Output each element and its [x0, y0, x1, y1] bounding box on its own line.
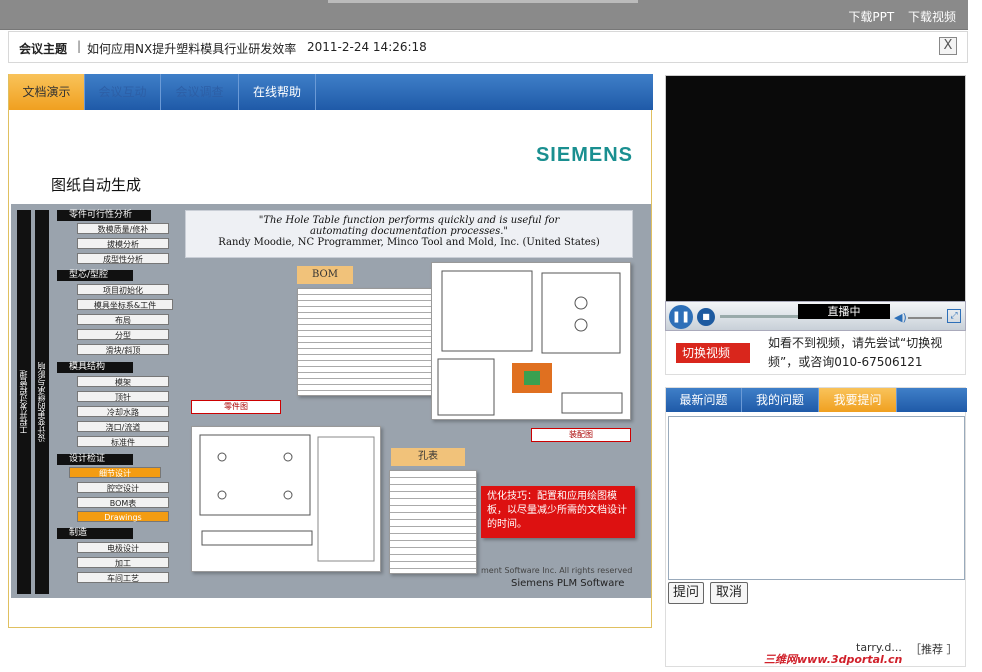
- quote-author: Randy Moodie, NC Programmer, Minco Tool …: [218, 237, 600, 248]
- flow-item: 模架: [77, 376, 169, 387]
- tab-my-questions[interactable]: 我的问题: [742, 388, 819, 412]
- flow-item: 电极设计: [77, 542, 169, 553]
- tab-ask-question[interactable]: 我要提问: [819, 388, 897, 412]
- assembly-drawing-tag: 装配图: [531, 428, 631, 442]
- tab-interaction[interactable]: 会议互动: [85, 74, 161, 110]
- meeting-topic: 如何应用NX提升塑料模具行业研发效率: [87, 42, 297, 56]
- meeting-topic-label: 会议主题: [19, 42, 68, 56]
- copyright-text: ment Software Inc. All rights reserved: [481, 566, 633, 575]
- flow-item: 浇口/流道: [77, 421, 169, 432]
- part-sketch-icon: [199, 434, 375, 562]
- flow-item-highlighted: Drawings: [77, 511, 169, 522]
- hole-table-drawing: [389, 470, 477, 574]
- bom-callout: BOM: [297, 266, 353, 284]
- flow-item: 加工: [77, 557, 169, 568]
- qa-panel: 最新问题 我的问题 我要提问 提问 取消 tarry.d... ［推荐 ］: [665, 387, 967, 667]
- document-panel: 文档演示 会议互动 会议调查 在线帮助 SIEMENS 图纸自动生成 工程开发过…: [8, 74, 653, 628]
- part-drawing-tag: 零件图: [191, 400, 281, 414]
- fullscreen-icon[interactable]: ⤢: [947, 309, 961, 323]
- quote-line: "The Hole Table function performs quickl…: [258, 215, 560, 226]
- flow-group: 制造: [57, 528, 133, 539]
- download-video-link[interactable]: 下载视频: [908, 10, 956, 24]
- switch-video-button[interactable]: 切换视频: [676, 343, 750, 363]
- top-bar: 下载PPT 下载视频: [0, 0, 968, 30]
- flow-group: 模具结构: [57, 362, 133, 373]
- flow-item: BOM表: [77, 497, 169, 508]
- pause-icon[interactable]: ❚❚: [669, 305, 693, 329]
- top-divider: [328, 0, 638, 3]
- main-tabs: 文档演示 会议互动 会议调查 在线帮助: [9, 74, 653, 110]
- video-area[interactable]: [665, 75, 966, 331]
- recommend-link[interactable]: ［推荐 ］: [910, 641, 958, 657]
- assembly-sketch-icon: [437, 270, 623, 416]
- vertical-label-change: 设计变更的继承与影响: [35, 210, 49, 594]
- flow-group: 型芯/型腔: [57, 270, 133, 281]
- flow-item: 成型性分析: [77, 253, 169, 264]
- qa-tabs: 最新问题 我的问题 我要提问: [666, 388, 967, 412]
- tab-help[interactable]: 在线帮助: [239, 74, 316, 110]
- flow-item: 滑块/斜顶: [77, 344, 169, 355]
- bom-table-drawing: [297, 288, 433, 396]
- slide-title: 图纸自动生成: [51, 176, 142, 194]
- tab-survey[interactable]: 会议调查: [161, 74, 239, 110]
- meeting-time: 2011-2-24 14:26:18: [307, 40, 427, 54]
- tab-document[interactable]: 文档演示: [9, 74, 85, 110]
- volume-slider[interactable]: [908, 317, 942, 319]
- flow-item: 冷却水路: [77, 406, 169, 417]
- download-ppt-link[interactable]: 下载PPT: [848, 10, 894, 24]
- quote-line: automating documentation processes.": [309, 226, 509, 237]
- flow-item: 布局: [77, 314, 169, 325]
- meeting-info-bar: 会议主题 | 如何应用NX提升塑料模具行业研发效率 2011-2-24 14:2…: [8, 31, 968, 63]
- tab-latest-questions[interactable]: 最新问题: [666, 388, 742, 412]
- flow-item: 顶针: [77, 391, 169, 402]
- siemens-logo: SIEMENS: [535, 144, 633, 166]
- assembly-drawing: [431, 262, 631, 420]
- flow-item: 腔空设计: [77, 482, 169, 493]
- part-drawing: [191, 426, 381, 572]
- flow-item: 项目初始化: [77, 284, 169, 295]
- vertical-label-process: 工程开发过程管理: [17, 210, 31, 594]
- flow-item: 分型: [77, 329, 169, 340]
- flow-item: 车间工艺: [77, 572, 169, 583]
- video-help-text: 如看不到视频，请先尝试“切换视频”，或咨询010-67506121: [768, 336, 943, 369]
- optimization-tip: 优化技巧：配置和应用绘图模板，以尽量减少所需的文档设计的时间。: [481, 486, 635, 538]
- customer-quote: "The Hole Table function performs quickl…: [185, 210, 633, 258]
- watermark: 三维网www.3dportal.cn: [764, 653, 903, 666]
- flow-item-highlighted: 细节设计: [69, 467, 161, 478]
- flow-item: 标准件: [77, 436, 169, 447]
- slide-footer: Siemens PLM Software: [511, 578, 625, 589]
- hole-table-callout: 孔表: [391, 448, 465, 466]
- flow-group: 设计检证: [57, 454, 133, 465]
- separator: |: [77, 39, 82, 53]
- stop-icon[interactable]: ■: [697, 308, 715, 326]
- video-controls: ❚❚ ■ 直播中 ◀) ⤢: [665, 301, 966, 331]
- close-icon[interactable]: X: [939, 37, 957, 55]
- flow-item: 拔模分析: [77, 238, 169, 249]
- slide-header: SIEMENS 图纸自动生成: [31, 134, 633, 204]
- presentation-slide: SIEMENS 图纸自动生成 工程开发过程管理 设计变更的继承与影响 零件可行性…: [11, 118, 651, 598]
- flow-item: 数模质量/修补: [77, 223, 169, 234]
- question-textarea[interactable]: [668, 416, 965, 580]
- flow-item: 模具坐标系&工件: [77, 299, 173, 310]
- download-links: 下载PPT 下载视频: [838, 8, 956, 25]
- ask-button[interactable]: 提问: [668, 582, 704, 604]
- volume-icon[interactable]: ◀): [894, 311, 907, 324]
- cancel-button[interactable]: 取消: [710, 582, 748, 604]
- flow-group: 零件可行性分析: [57, 210, 151, 221]
- switch-video-row: 切换视频 如看不到视频，请先尝试“切换视频”，或咨询010-67506121: [665, 331, 966, 375]
- slide-body: 工程开发过程管理 设计变更的继承与影响 零件可行性分析 数模质量/修补 拔模分析…: [11, 204, 651, 598]
- live-status: 直播中: [798, 304, 890, 319]
